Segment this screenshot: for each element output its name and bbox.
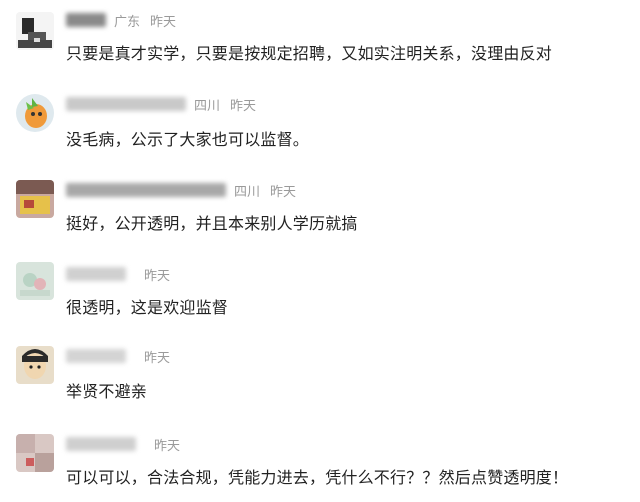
username-blurred[interactable]	[66, 13, 106, 27]
username-blurred[interactable]	[66, 349, 126, 363]
comment-text: 很透明，这是欢迎监督	[66, 298, 229, 317]
comment-text: 举贤不避亲	[66, 382, 148, 401]
username-blurred[interactable]	[66, 183, 226, 197]
comment-location: 四川	[194, 98, 221, 114]
avatar[interactable]	[16, 434, 54, 472]
comment-text: 没毛病，公示了大家也可以监督。	[66, 130, 310, 149]
avatar-photo-icon	[16, 180, 54, 218]
comment-time: 昨天	[270, 184, 297, 200]
avatar[interactable]	[16, 262, 54, 300]
comment-time: 昨天	[154, 438, 181, 454]
comment-meta: 昨天	[66, 264, 170, 284]
avatar[interactable]	[16, 12, 54, 50]
avatar-flower-icon	[16, 262, 54, 300]
comment-meta: 四川 昨天	[66, 180, 296, 200]
avatar-portrait-icon	[16, 346, 54, 384]
comment-meta: 广东 昨天	[66, 10, 176, 30]
comment-text: 可以可以，合法合规，凭能力进去，凭什么不行？？然后点赞透明度！	[66, 468, 569, 487]
comment-time: 昨天	[144, 350, 171, 366]
avatar-panda-icon	[16, 12, 54, 50]
avatar-photo-icon	[16, 434, 54, 472]
comment-time: 昨天	[150, 14, 177, 30]
comment-time: 昨天	[230, 98, 257, 114]
avatar[interactable]	[16, 94, 54, 132]
comment-location: 四川	[234, 184, 261, 200]
comment-location: 广东	[114, 14, 141, 30]
comment-meta: 四川 昨天	[66, 94, 256, 114]
comment-meta: 昨天	[66, 434, 180, 454]
avatar[interactable]	[16, 346, 54, 384]
avatar[interactable]	[16, 180, 54, 218]
comment-text: 挺好，公开透明，并且本来别人学历就搞	[66, 214, 358, 233]
comment-meta: 昨天	[66, 346, 170, 366]
comment-text: 只要是真才实学，只要是按规定招聘，又如实注明关系，没理由反对	[66, 44, 553, 63]
username-blurred[interactable]	[66, 97, 186, 111]
username-blurred[interactable]	[66, 267, 126, 281]
avatar-carrot-icon	[16, 94, 54, 132]
comment-time: 昨天	[144, 268, 171, 284]
username-blurred[interactable]	[66, 437, 136, 451]
